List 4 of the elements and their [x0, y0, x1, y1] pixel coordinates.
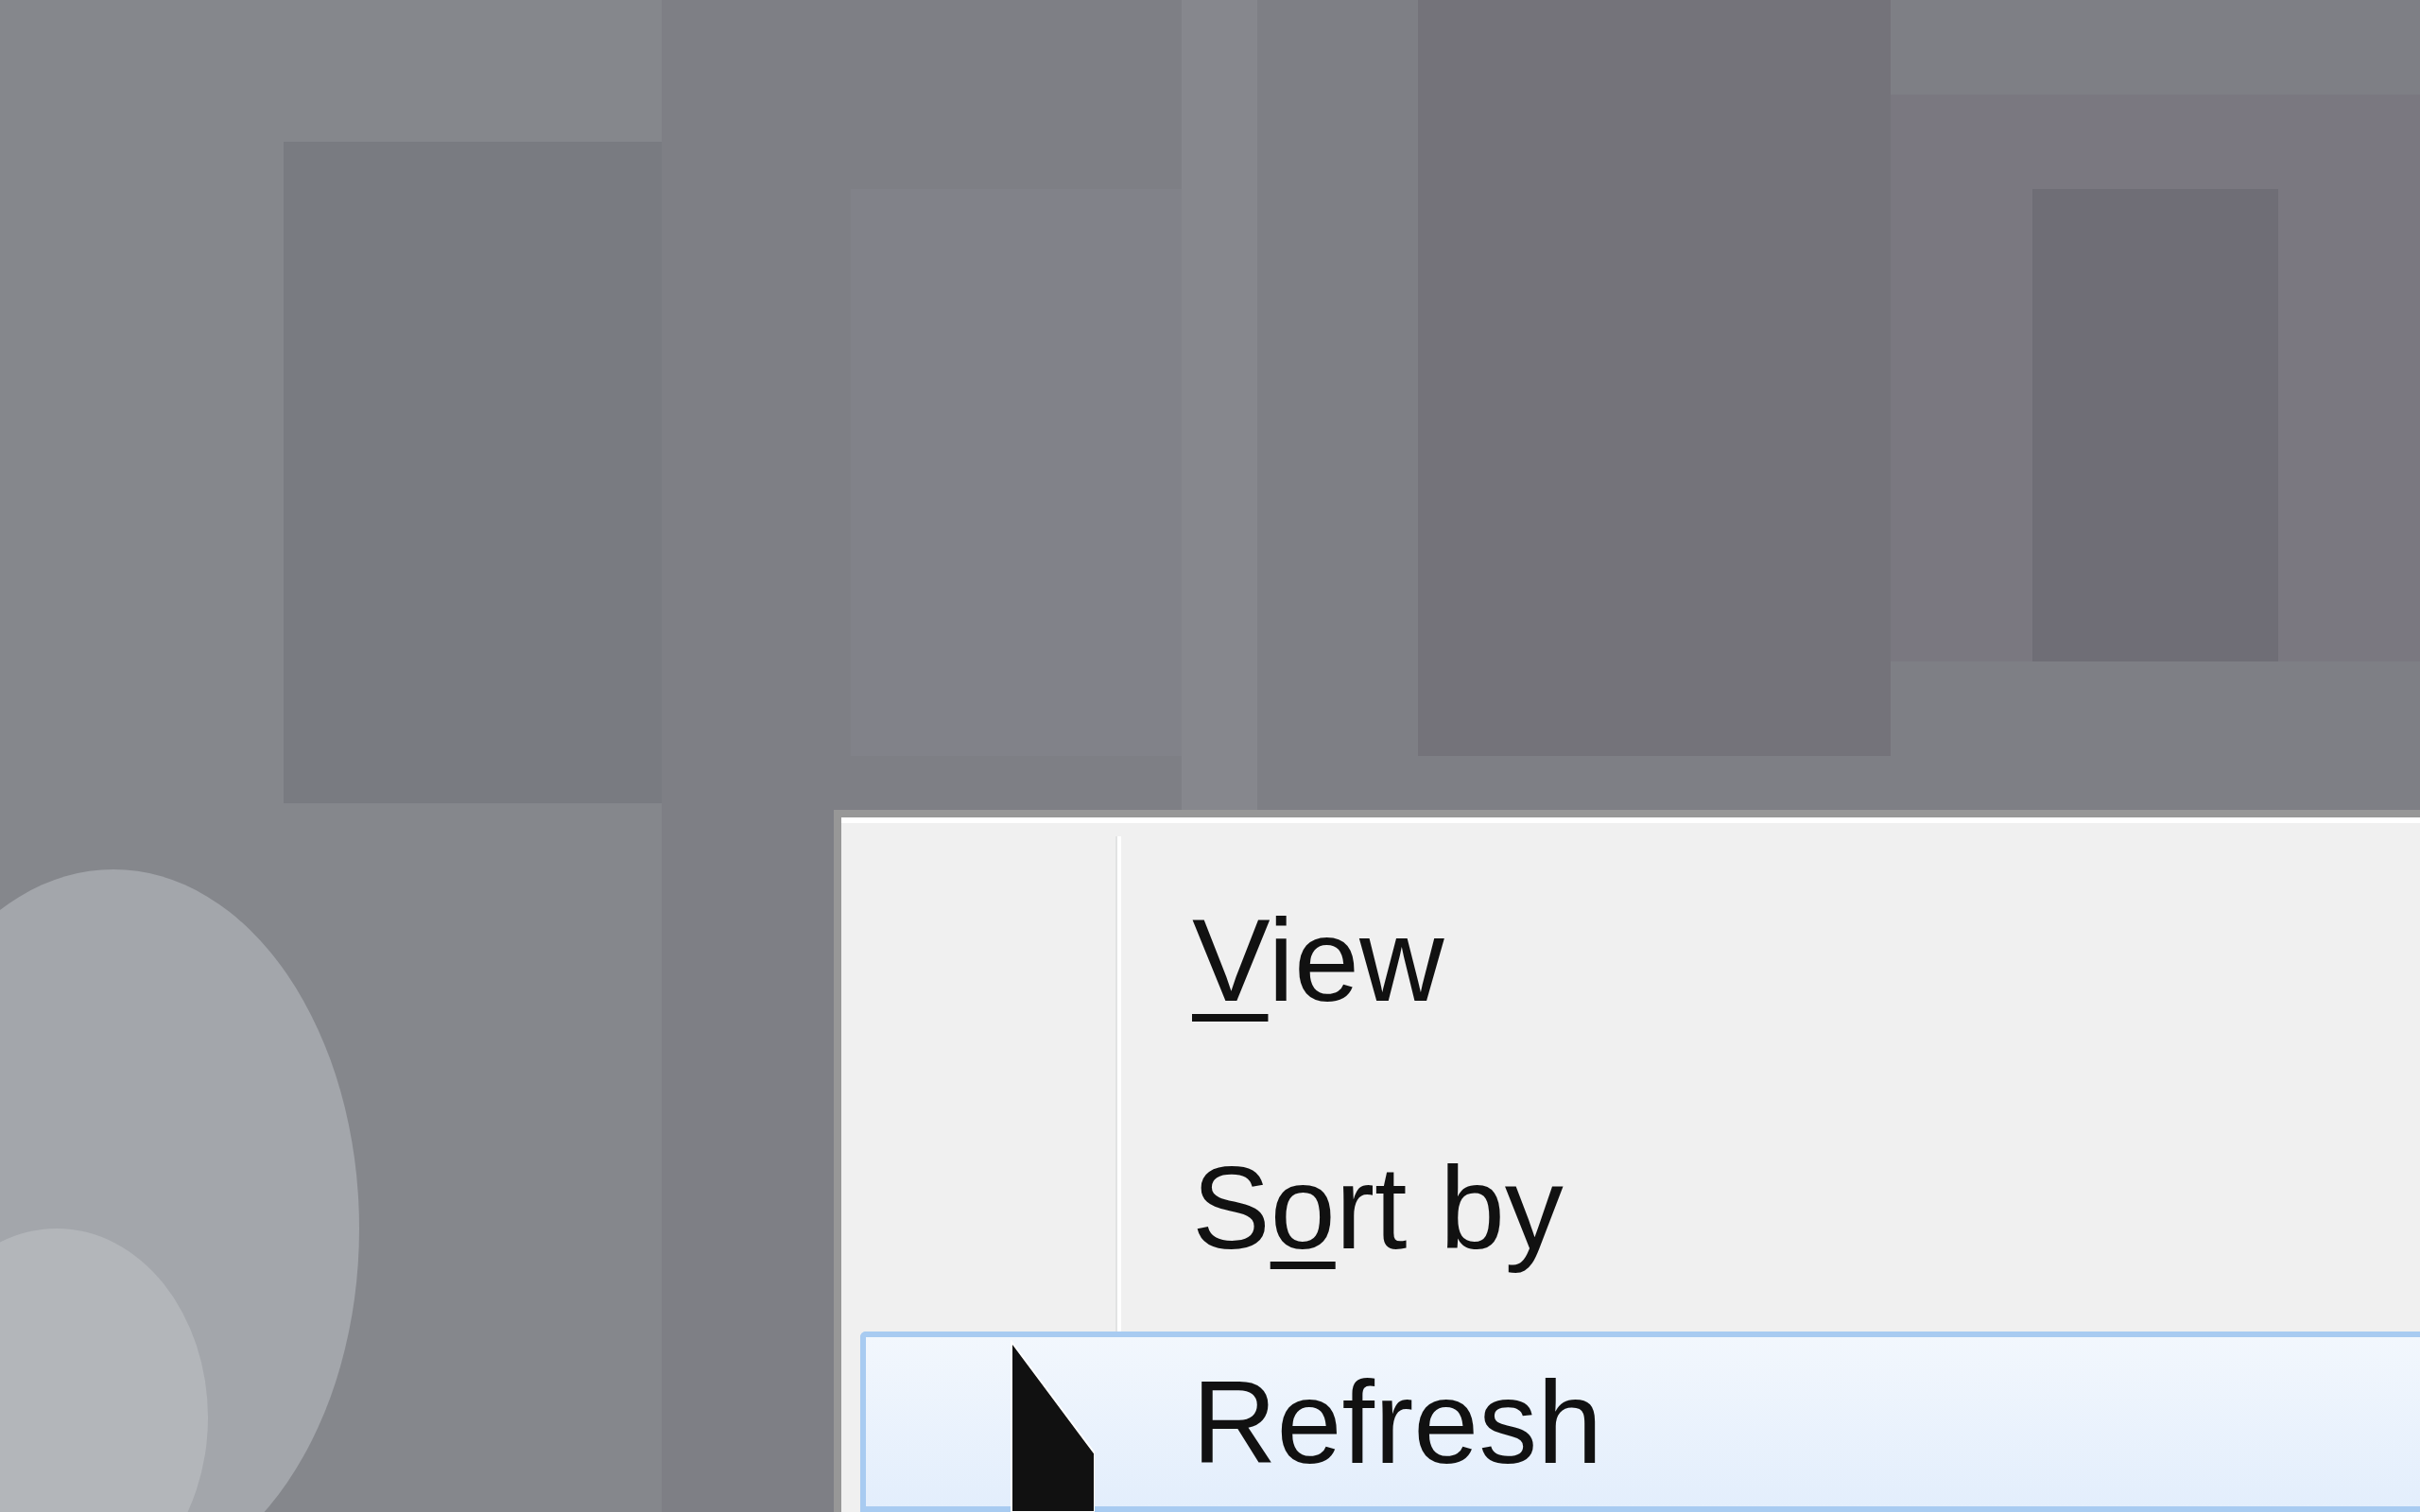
menu-item[interactable]: Refresh: [860, 1332, 2420, 1512]
menu-item[interactable]: Sort by: [860, 1084, 2420, 1332]
cursor-icon: [1010, 1340, 1095, 1512]
menu-item[interactable]: View: [860, 836, 2420, 1084]
